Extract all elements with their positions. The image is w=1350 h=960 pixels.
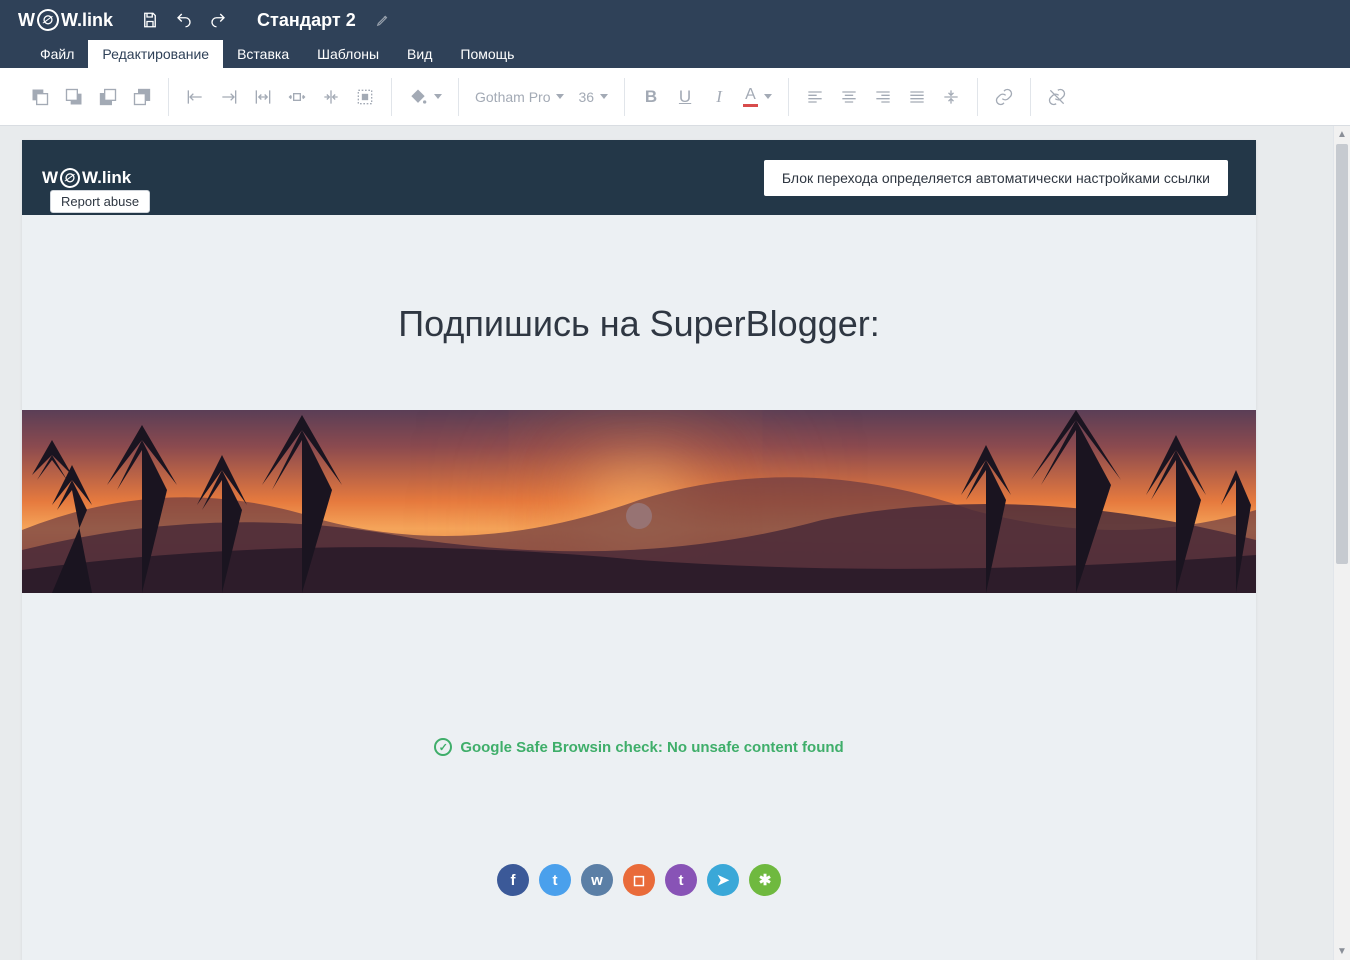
text-color-picker[interactable]: A <box>743 86 772 107</box>
social-icons-row: ftw◻t➤✱ <box>22 864 1256 896</box>
unlink-icon[interactable] <box>1047 87 1067 107</box>
social-vk-icon[interactable]: w <box>581 864 613 896</box>
italic-button[interactable]: I <box>709 87 729 107</box>
align-middle-icon[interactable] <box>941 87 961 107</box>
formatting-toolbar: Gotham Pro 36 B U I A <box>0 68 1350 126</box>
page-preview[interactable]: W ∅ W.link Блок перехода определяется ав… <box>22 140 1256 960</box>
logo-text-left: W <box>18 10 35 31</box>
chevron-down-icon <box>764 94 772 99</box>
scroll-down-arrow-icon[interactable]: ▼ <box>1334 943 1350 960</box>
page-headline[interactable]: Подпишись на SuperBlogger: <box>22 303 1256 345</box>
align-left-icon[interactable] <box>805 87 825 107</box>
align-right-icon[interactable] <box>873 87 893 107</box>
text-color-icon: A <box>743 86 758 107</box>
underline-button[interactable]: U <box>675 87 695 107</box>
selection-bounds-icon[interactable] <box>355 87 375 107</box>
social-evernote-icon[interactable]: ✱ <box>749 864 781 896</box>
page-logo-right: W.link <box>82 168 131 188</box>
save-icon[interactable] <box>141 11 159 29</box>
paint-bucket-icon <box>408 87 428 107</box>
link-icon[interactable] <box>994 87 1014 107</box>
layer-back-icon[interactable] <box>64 87 84 107</box>
report-abuse-button[interactable]: Report abuse <box>50 190 150 213</box>
align-left-edge-icon[interactable] <box>185 87 205 107</box>
logo-swirl-icon: ∅ <box>58 165 82 189</box>
safe-browsing-text: Google Safe Browsin check: No unsafe con… <box>460 739 843 756</box>
layer-front-icon[interactable] <box>30 87 50 107</box>
page-header: W ∅ W.link Блок перехода определяется ав… <box>22 140 1256 215</box>
chevron-down-icon <box>600 94 608 99</box>
font-size-select[interactable]: 36 <box>578 89 608 105</box>
safe-browsing-status: ✓ Google Safe Browsin check: No unsafe c… <box>22 738 1256 756</box>
chevron-down-icon <box>434 94 442 99</box>
layer-forward-icon[interactable] <box>98 87 118 107</box>
align-justify-icon[interactable] <box>907 87 927 107</box>
logo-text-right: W.link <box>61 10 113 31</box>
transition-notice[interactable]: Блок перехода определяется автоматически… <box>764 160 1228 196</box>
social-telegram-icon[interactable]: ➤ <box>707 864 739 896</box>
title-bar: W ∅ W.link Стандарт 2 <box>0 0 1350 40</box>
app-logo: W ∅ W.link <box>18 9 113 31</box>
trees-right-graphic <box>936 410 1256 593</box>
vertical-scrollbar[interactable]: ▲ ▼ <box>1333 126 1350 960</box>
align-right-edge-icon[interactable] <box>219 87 239 107</box>
menu-bar: Файл Редактирование Вставка Шаблоны Вид … <box>0 40 1350 68</box>
document-title[interactable]: Стандарт 2 <box>257 10 390 31</box>
hero-image[interactable] <box>22 410 1256 593</box>
fit-width-icon[interactable] <box>253 87 273 107</box>
stretch-h-icon[interactable] <box>287 87 307 107</box>
scrollbar-thumb[interactable] <box>1336 144 1348 564</box>
align-center-icon[interactable] <box>839 87 859 107</box>
social-tumblr-icon[interactable]: t <box>665 864 697 896</box>
menu-templates[interactable]: Шаблоны <box>303 40 393 68</box>
check-shield-icon: ✓ <box>434 738 452 756</box>
edit-title-icon[interactable] <box>376 13 390 27</box>
page-logo: W ∅ W.link <box>42 168 131 188</box>
social-instagram-icon[interactable]: ◻ <box>623 864 655 896</box>
quick-actions <box>141 11 227 29</box>
menu-view[interactable]: Вид <box>393 40 446 68</box>
font-family-select[interactable]: Gotham Pro <box>475 89 564 105</box>
scroll-up-arrow-icon[interactable]: ▲ <box>1334 126 1350 143</box>
social-facebook-icon[interactable]: f <box>497 864 529 896</box>
social-twitter-icon[interactable]: t <box>539 864 571 896</box>
layer-backward-icon[interactable] <box>132 87 152 107</box>
font-size-value: 36 <box>578 89 594 105</box>
undo-icon[interactable] <box>175 11 193 29</box>
redo-icon[interactable] <box>209 11 227 29</box>
logo-swirl-icon: ∅ <box>35 7 62 34</box>
chevron-down-icon <box>556 94 564 99</box>
menu-file[interactable]: Файл <box>26 40 88 68</box>
document-title-text: Стандарт 2 <box>257 10 356 31</box>
font-family-value: Gotham Pro <box>475 89 550 105</box>
compress-h-icon[interactable] <box>321 87 341 107</box>
menu-insert[interactable]: Вставка <box>223 40 303 68</box>
menu-help[interactable]: Помощь <box>446 40 528 68</box>
menu-edit[interactable]: Редактирование <box>88 40 223 68</box>
trees-left-graphic <box>22 410 382 593</box>
editor-canvas[interactable]: W ∅ W.link Блок перехода определяется ав… <box>0 126 1333 960</box>
bold-button[interactable]: B <box>641 87 661 107</box>
page-logo-left: W <box>42 168 58 188</box>
fill-color-picker[interactable] <box>408 87 442 107</box>
